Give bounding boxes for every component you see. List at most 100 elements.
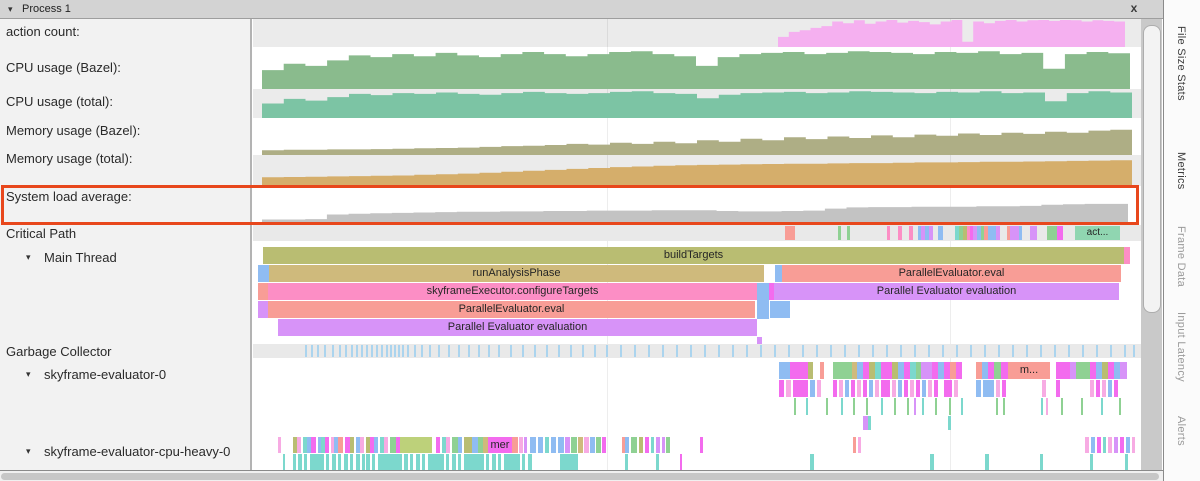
- trace-slice-skyframe-evaluator-cpu-heavy-0[interactable]: [1091, 437, 1095, 453]
- trace-slice-skyframe-evaluator-0[interactable]: [1102, 380, 1106, 397]
- trace-slice-skyframe-evaluator-cpu-heavy-0[interactable]: [560, 454, 578, 470]
- gc-event-tick[interactable]: [339, 345, 341, 357]
- gc-event-tick[interactable]: [570, 345, 572, 357]
- trace-slice-skyframe-evaluator-cpu-heavy-0[interactable]: [519, 437, 523, 453]
- trace-slice-skyframe-evaluator-cpu-heavy-0[interactable]: [522, 454, 525, 470]
- gc-event-tick[interactable]: [534, 345, 536, 357]
- gc-event-tick[interactable]: [324, 345, 326, 357]
- trace-slice-skyframe-evaluator-cpu-heavy-0[interactable]: [366, 454, 370, 470]
- trace-slice-skyframe-evaluator-cpu-heavy-0[interactable]: [651, 437, 654, 453]
- gc-event-tick[interactable]: [398, 345, 400, 357]
- trace-slice-skyframe-evaluator-0[interactable]: [928, 380, 932, 397]
- trace-slice-skyframe-evaluator-cpu-heavy-0[interactable]: [486, 454, 489, 470]
- trace-slice-skyframe-evaluator-0[interactable]: [808, 362, 813, 379]
- gc-event-tick[interactable]: [351, 345, 353, 357]
- trace-slice-skyframe-evaluator-0[interactable]: [826, 398, 828, 415]
- gc-event-tick[interactable]: [386, 345, 388, 357]
- gc-event-tick[interactable]: [381, 345, 383, 357]
- trace-slice-skyframe-evaluator-0[interactable]: [841, 398, 843, 415]
- trace-slice-skyframe-evaluator-0[interactable]: [1046, 398, 1048, 415]
- collapse-skyframe-evaluator-cpu-heavy-0-icon[interactable]: ▾: [26, 446, 31, 457]
- gc-event-tick[interactable]: [438, 345, 440, 357]
- trace-slice-skyframe-evaluator-cpu-heavy-0[interactable]: [492, 454, 496, 470]
- trace-slice-skyframe-evaluator-0[interactable]: [779, 380, 784, 397]
- counter-chart-system-load-average[interactable]: [262, 186, 1128, 225]
- trace-slice-skyframe-evaluator-0[interactable]: [922, 398, 924, 415]
- trace-slice-skyframe-evaluator-cpu-heavy-0[interactable]: [422, 454, 425, 470]
- trace-slice-skyframe-evaluator-cpu-heavy-0[interactable]: [498, 454, 501, 470]
- trace-slice-skyframe-evaluator-cpu-heavy-0[interactable]: [400, 437, 432, 453]
- gc-event-tick[interactable]: [421, 345, 423, 357]
- trace-slice-skyframe-evaluator-cpu-heavy-0[interactable]: [446, 454, 449, 470]
- critical-path-slice[interactable]: [909, 226, 913, 240]
- gc-event-tick[interactable]: [760, 345, 762, 357]
- trace-slice-skyframe-evaluator-0[interactable]: [1002, 380, 1006, 397]
- trace-slice-skyframe-evaluator-cpu-heavy-0[interactable]: [639, 437, 643, 453]
- trace-slice-skyframe-evaluator-cpu-heavy-0[interactable]: [464, 454, 484, 470]
- gc-event-tick[interactable]: [376, 345, 378, 357]
- gc-event-tick[interactable]: [844, 345, 846, 357]
- trace-slice-skyframe-evaluator-0[interactable]: [857, 380, 861, 397]
- trace-slice-skyframe-evaluator-0[interactable]: [1042, 380, 1046, 397]
- trace-slice-skyframe-evaluator-0[interactable]: [904, 380, 908, 397]
- trace-slice-main-thread[interactable]: [258, 283, 268, 300]
- gc-event-tick[interactable]: [1110, 345, 1112, 357]
- trace-slice-skyframe-evaluator-0[interactable]: [907, 398, 909, 415]
- trace-slice-skyframe-evaluator-0[interactable]: [817, 380, 821, 397]
- counter-chart-cpu-usage-total[interactable]: [262, 89, 1132, 118]
- trace-slice-skyframe-evaluator-cpu-heavy-0[interactable]: [1125, 454, 1128, 470]
- critical-path-slice[interactable]: [938, 226, 943, 240]
- trace-slice-skyframe-evaluator-cpu-heavy-0[interactable]: [666, 437, 670, 453]
- gc-event-tick[interactable]: [582, 345, 584, 357]
- gc-event-tick[interactable]: [1068, 345, 1070, 357]
- gc-event-tick[interactable]: [998, 345, 1000, 357]
- gc-event-tick[interactable]: [1040, 345, 1042, 357]
- trace-slice-skyframe-evaluator-cpu-heavy-0[interactable]: [625, 437, 629, 453]
- gc-event-tick[interactable]: [1096, 345, 1098, 357]
- gc-event-tick[interactable]: [606, 345, 608, 357]
- trace-slice-skyframe-evaluator-cpu-heavy-0[interactable]: [545, 437, 549, 453]
- trace-slice-skyframe-evaluator-0[interactable]: [881, 380, 890, 397]
- trace-slice-skyframe-evaluator-cpu-heavy-0[interactable]: [452, 454, 456, 470]
- trace-slice-skyframe-evaluator-0[interactable]: [1001, 362, 1008, 379]
- gc-event-tick[interactable]: [788, 345, 790, 357]
- gc-event-tick[interactable]: [648, 345, 650, 357]
- trace-slice-skyframe-evaluator-0[interactable]: [954, 380, 958, 397]
- horizontal-scrollbar-thumb[interactable]: [1, 473, 1159, 480]
- trace-slice-skyframe-evaluator-0[interactable]: [1056, 362, 1070, 379]
- trace-slice-skyframe-evaluator-cpu-heavy-0[interactable]: [1126, 437, 1130, 453]
- trace-slice-skyframe-evaluator-cpu-heavy-0[interactable]: [551, 437, 556, 453]
- trace-slice-skyframe-evaluator-0[interactable]: [820, 362, 824, 379]
- gc-event-tick[interactable]: [414, 345, 416, 357]
- trace-slice-skyframe-evaluator-cpu-heavy-0[interactable]: [362, 454, 365, 470]
- gc-event-tick[interactable]: [886, 345, 888, 357]
- gc-event-tick[interactable]: [510, 345, 512, 357]
- gc-event-tick[interactable]: [361, 345, 363, 357]
- trace-slice-skyframe-evaluator-0[interactable]: [1076, 362, 1090, 379]
- trace-slice-skyframe-evaluator-cpu-heavy-0[interactable]: [458, 454, 461, 470]
- trace-slice-skyframe-evaluator-0[interactable]: [851, 380, 855, 397]
- trace-slice-skyframe-evaluator-0[interactable]: [996, 380, 1000, 397]
- trace-slice-skyframe-evaluator-0[interactable]: [1101, 398, 1103, 415]
- vertical-scrollbar-thumb[interactable]: [1143, 25, 1161, 313]
- gc-event-tick[interactable]: [371, 345, 373, 357]
- critical-path-slice[interactable]: [1030, 226, 1037, 240]
- gc-event-tick[interactable]: [394, 345, 396, 357]
- trace-slice-skyframe-evaluator-0[interactable]: [1108, 380, 1112, 397]
- trace-slice-skyframe-evaluator-0[interactable]: [779, 362, 790, 379]
- trace-slice-skyframe-evaluator-cpu-heavy-0[interactable]: [304, 454, 307, 470]
- trace-slice-skyframe-evaluator-cpu-heavy-0[interactable]: [858, 437, 861, 453]
- trace-slice-skyframe-evaluator-0[interactable]: [914, 398, 916, 415]
- gc-event-tick[interactable]: [1026, 345, 1028, 357]
- gc-event-tick[interactable]: [956, 345, 958, 357]
- trace-slice-skyframe-evaluator-cpu-heavy-0[interactable]: [283, 454, 285, 470]
- gc-event-tick[interactable]: [718, 345, 720, 357]
- gc-event-tick[interactable]: [676, 345, 678, 357]
- gc-event-tick[interactable]: [928, 345, 930, 357]
- trace-slice-skyframe-evaluator-cpu-heavy-0[interactable]: [311, 437, 316, 453]
- trace-slice-skyframe-evaluator-0[interactable]: [956, 362, 962, 379]
- trace-slice-skyframe-evaluator-cpu-heavy-0[interactable]: [571, 437, 577, 453]
- trace-slice-skyframe-evaluator-0[interactable]: [996, 398, 998, 415]
- close-button[interactable]: x: [1126, 0, 1142, 18]
- gc-event-tick[interactable]: [900, 345, 902, 357]
